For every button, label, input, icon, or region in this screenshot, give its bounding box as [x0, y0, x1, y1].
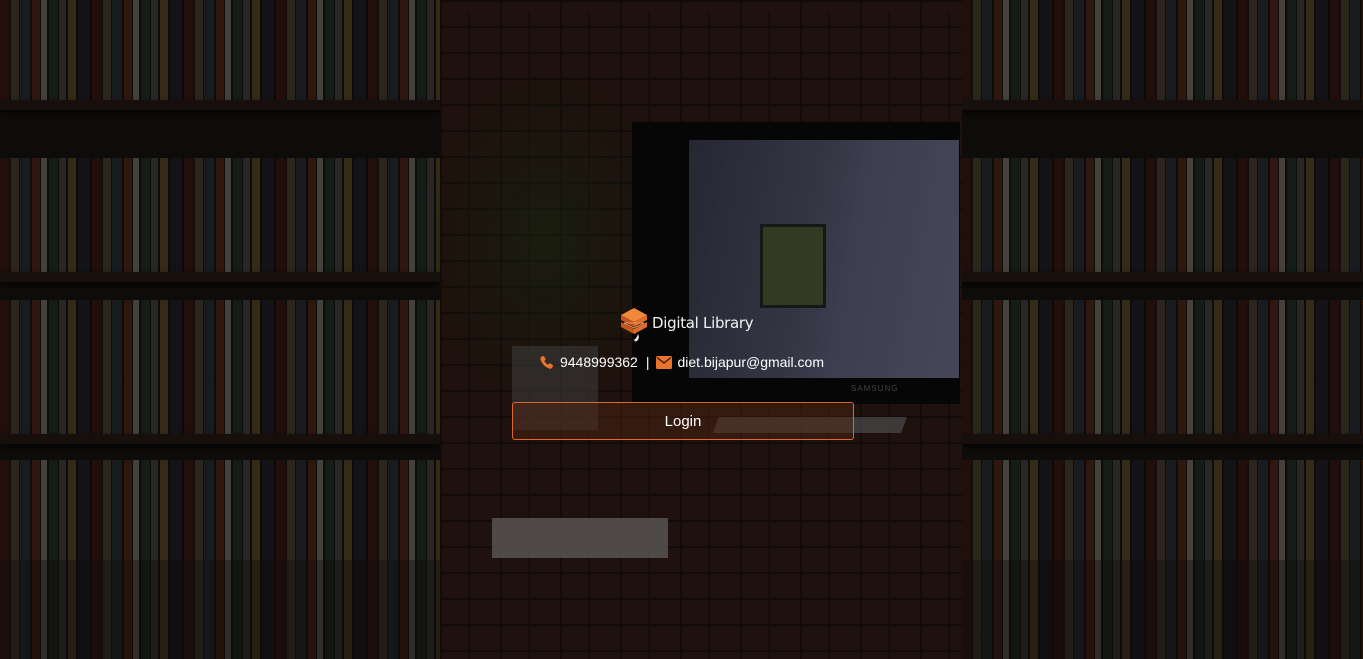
brand-logo: Digital Library — [620, 305, 754, 345]
phone-number[interactable]: 9448999362 — [560, 354, 638, 370]
envelope-icon — [655, 355, 672, 369]
login-button[interactable]: Login — [512, 402, 854, 440]
email-address[interactable]: diet.bijapur@gmail.com — [678, 354, 825, 370]
contact-separator: | — [645, 354, 650, 370]
phone-icon — [539, 355, 554, 370]
stacked-books-logo-icon — [620, 306, 648, 344]
contact-info: 9448999362 | diet.bijapur@gmail.com — [0, 354, 1363, 370]
logo-text: Digital Library — [652, 314, 754, 332]
